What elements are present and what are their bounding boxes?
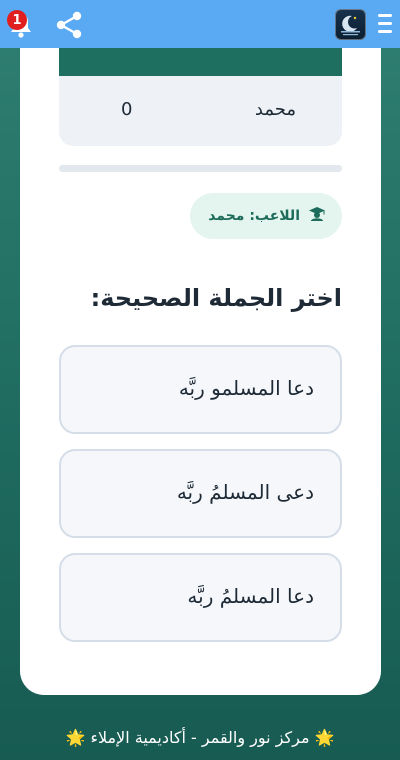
answer-option-2[interactable]: دعى المسلمُ ربَّه <box>59 449 342 538</box>
star-icon: 🌟 <box>65 728 86 747</box>
star-icon: 🌟 <box>314 728 335 747</box>
answer-option-3[interactable]: دعا المسلمُ ربَّه <box>59 553 342 642</box>
answer-option-text: دعا المسلمو ربَّه <box>178 376 314 400</box>
current-player-badge: اللاعب: محمد <box>190 193 342 239</box>
quiz-card: محمد 0 اللاعب: محمد اختر الجملة الصحيحة:… <box>20 0 381 695</box>
share-button[interactable] <box>52 8 86 42</box>
footer-text: مركز نور والقمر - أكاديمية الإملاء <box>90 728 310 747</box>
player-name-cell: محمد <box>254 99 296 120</box>
progress-divider <box>59 165 342 172</box>
graduate-icon <box>308 206 326 226</box>
answer-option-1[interactable]: دعا المسلمو ربَّه <box>59 345 342 434</box>
notifications-button[interactable]: 1 <box>4 6 38 40</box>
share-icon <box>52 11 86 46</box>
app-logo <box>335 9 366 40</box>
question-prompt: اختر الجملة الصحيحة: <box>90 284 342 312</box>
player-score-cell: 0 <box>121 99 133 120</box>
menu-icon[interactable] <box>378 14 392 34</box>
answer-option-text: دعى المسلمُ ربَّه <box>176 480 314 504</box>
answer-option-text: دعا المسلمُ ربَّه <box>187 584 314 608</box>
notification-count-badge: 1 <box>7 10 27 30</box>
current-player-label: اللاعب: محمد <box>208 208 300 224</box>
table-row: محمد 0 <box>59 76 342 146</box>
app-header: 1 <box>0 0 400 48</box>
footer-credit: 🌟 مركز نور والقمر - أكاديمية الإملاء 🌟 <box>0 728 400 747</box>
